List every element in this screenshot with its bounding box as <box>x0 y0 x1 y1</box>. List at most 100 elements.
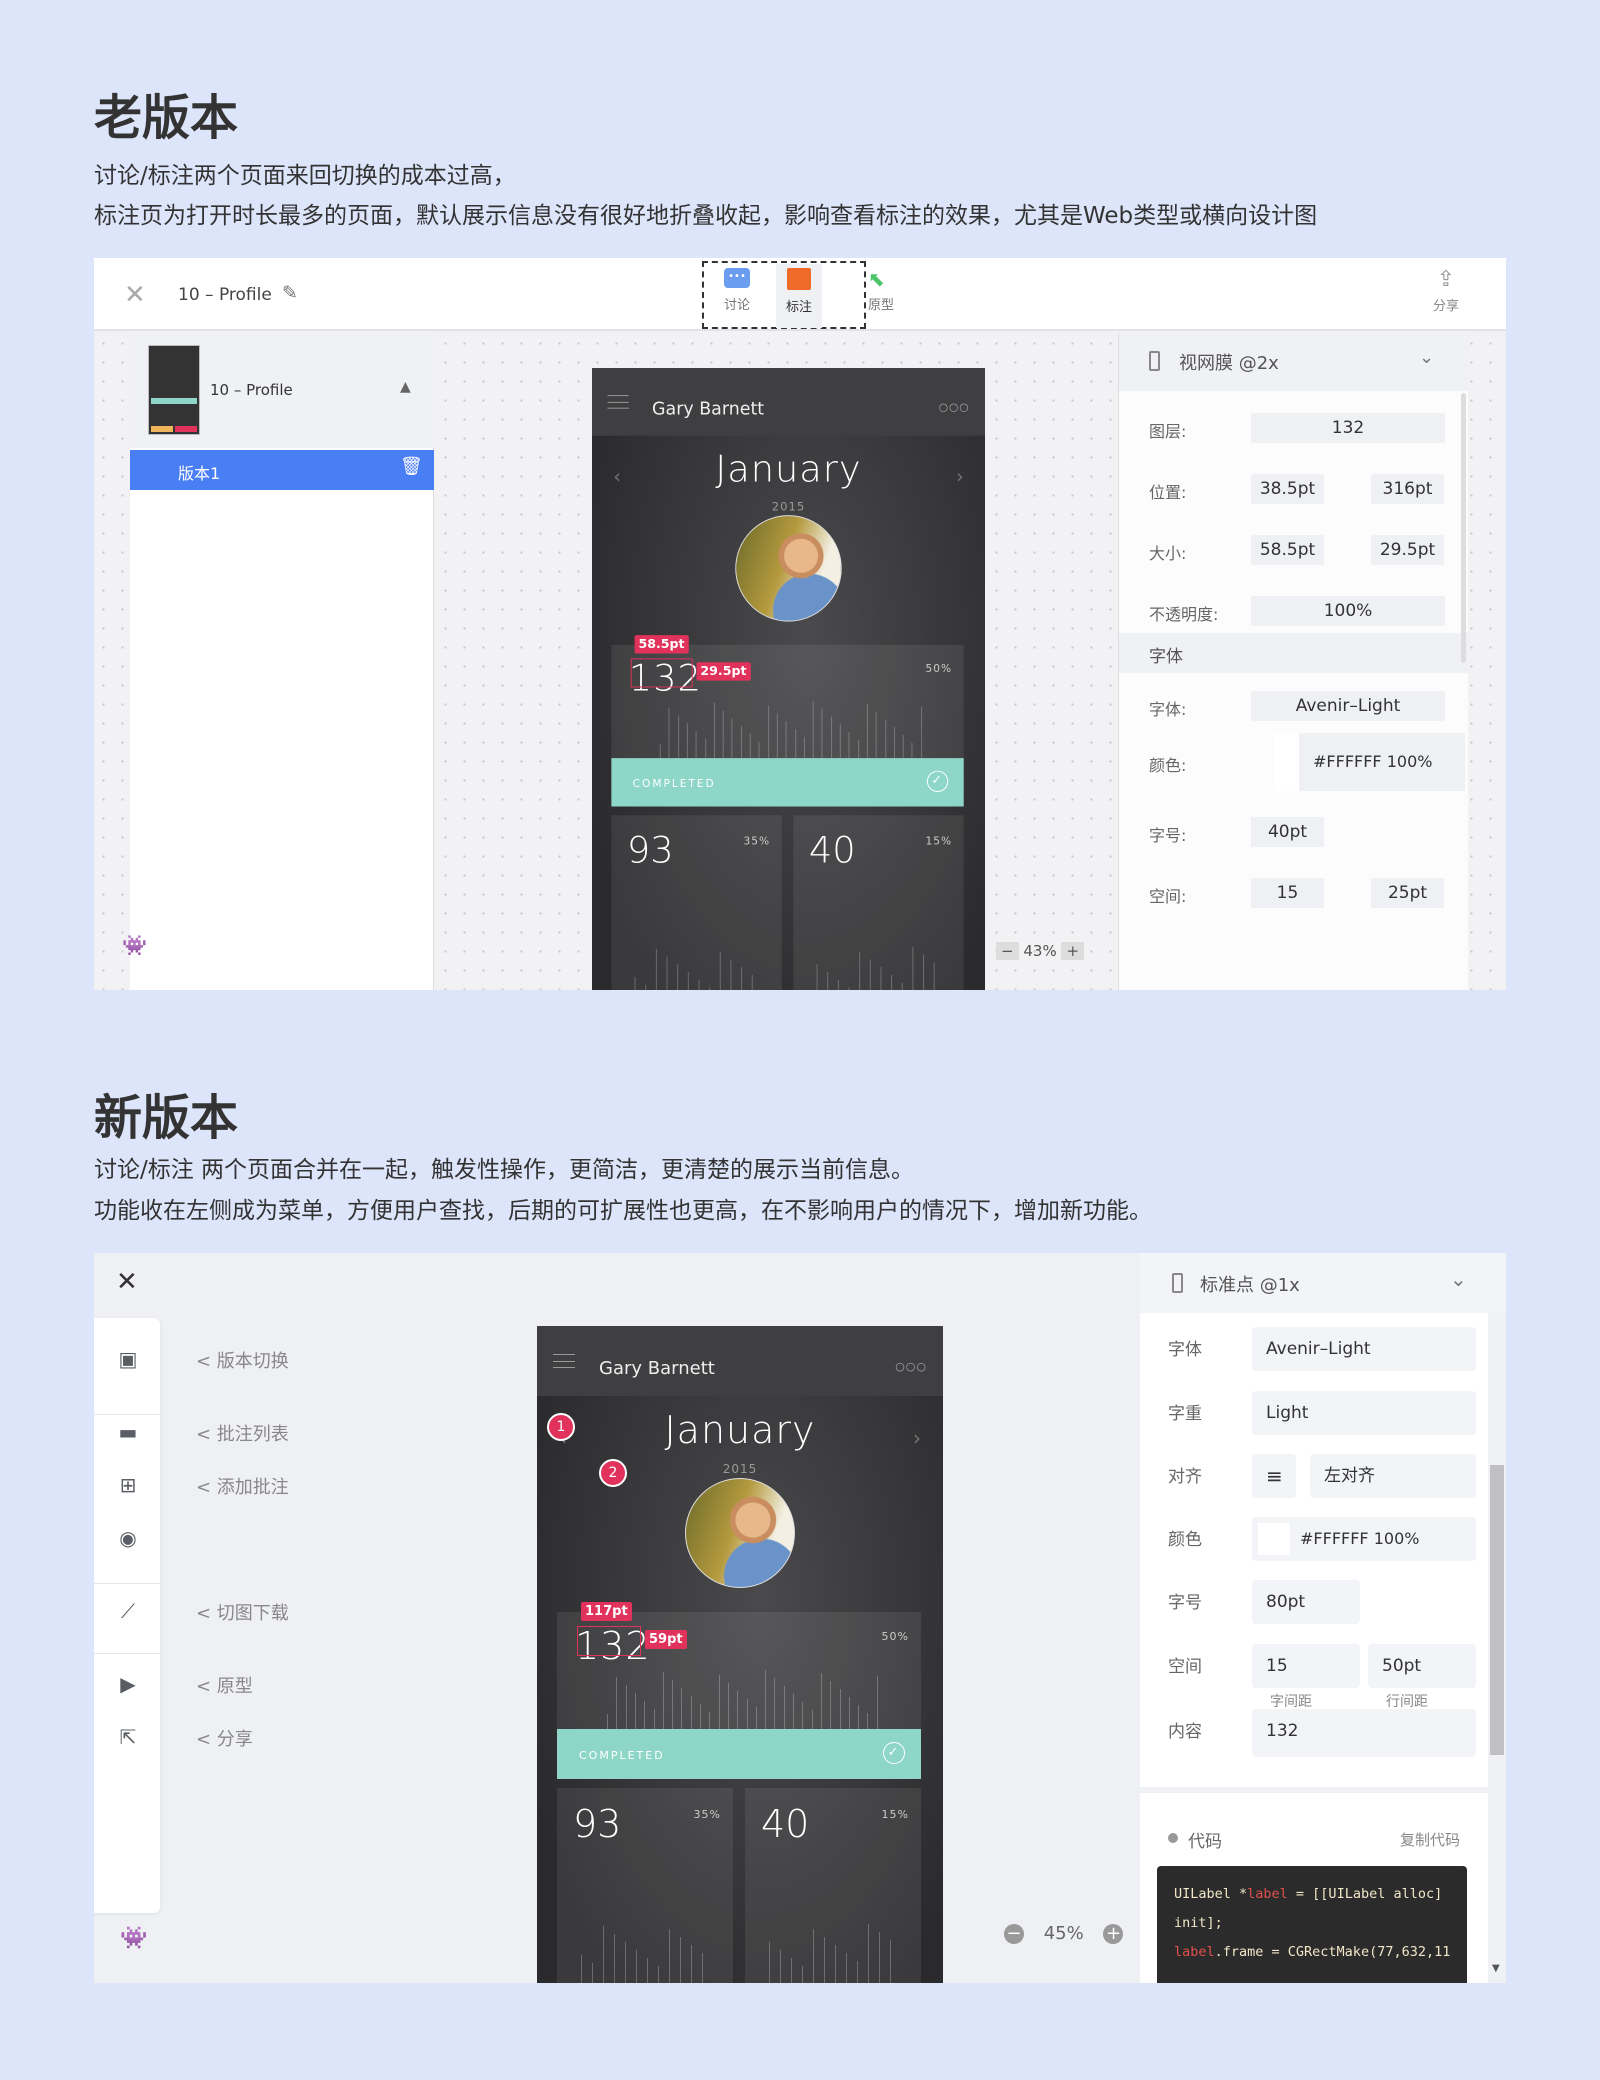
zoom-out-button[interactable]: − <box>996 942 1019 960</box>
tab-label: 原型 <box>868 298 895 313</box>
prop-value[interactable]: 58.5pt <box>1251 535 1324 565</box>
device-selector[interactable]: 标准点 @1x ⌄ <box>1140 1253 1506 1313</box>
scrollbar[interactable]: ▼ <box>1488 1313 1506 1983</box>
prop-label: 字号: <box>1149 826 1187 845</box>
version-image-icon[interactable]: ▣ <box>116 1347 140 1371</box>
spark-bar <box>835 1945 836 1983</box>
prop-label: 空间: <box>1149 887 1187 906</box>
month-title: January <box>664 1408 816 1452</box>
weight-value[interactable]: Light <box>1252 1391 1476 1435</box>
selection-box[interactable] <box>577 1626 641 1656</box>
knife-icon[interactable]: ⟋ <box>116 1599 140 1623</box>
prototype-icon[interactable]: ▶ <box>116 1672 140 1696</box>
tab-label: 标注 <box>785 300 812 315</box>
prop-label: 字体: <box>1149 700 1187 719</box>
spark-bar <box>655 948 657 990</box>
letter-spacing-value[interactable]: 15 <box>1252 1644 1360 1688</box>
close-icon[interactable]: ✕ <box>116 1267 138 1297</box>
spark-bar <box>658 1966 659 1983</box>
prop-value[interactable]: 100% <box>1251 596 1445 626</box>
prop-value[interactable]: 29.5pt <box>1371 535 1444 565</box>
spark-bar <box>875 711 877 759</box>
user-name: Gary Barnett <box>599 1358 715 1379</box>
bar-sparkline <box>557 1659 921 1729</box>
add-comment-icon[interactable]: ⊞ <box>116 1473 140 1497</box>
align-value[interactable]: 左对齐 <box>1310 1454 1476 1498</box>
version-item[interactable]: 版本1 🗑 <box>130 450 434 490</box>
inspector-panel: 标准点 @1x ⌄ 字体 Avenir–Light 字重 Light 对齐 ≡ … <box>1140 1253 1506 1983</box>
menu-hint-label: < 添加批注 <box>196 1477 289 1498</box>
phone-icon <box>1149 351 1160 371</box>
spark-bar <box>839 1689 841 1729</box>
spark-bar <box>713 702 715 759</box>
page-item[interactable]: 10 – Profile ▲ <box>130 333 434 448</box>
font-value[interactable]: Avenir–Light <box>1252 1327 1476 1371</box>
color-swatch[interactable] <box>1258 1523 1290 1555</box>
spark-bar <box>677 964 679 990</box>
spark-bar <box>803 736 805 759</box>
spark-bar <box>868 1924 869 1983</box>
spark-bar <box>634 976 636 990</box>
eye-icon[interactable]: ◉ <box>116 1526 140 1550</box>
comment-list-icon[interactable]: ▬ <box>116 1420 140 1444</box>
share-icon[interactable]: ⇱ <box>116 1725 140 1749</box>
device-selector[interactable]: 视网膜 @2x ⌄ <box>1119 333 1469 391</box>
bullet-icon <box>1168 1833 1178 1843</box>
height-measure-tag: 29.5pt <box>696 662 751 681</box>
content-value[interactable]: 132 <box>1252 1709 1476 1757</box>
spark-bar <box>722 710 724 759</box>
prop-value[interactable]: #FFFFFF 100% <box>1299 733 1465 791</box>
tab-prototype[interactable]: ⬉ 原型 <box>868 268 904 313</box>
scrollbar-thumb[interactable] <box>1490 1465 1504 1755</box>
stat-percent: 15% <box>925 834 953 848</box>
size-value[interactable]: 80pt <box>1252 1580 1360 1624</box>
prop-value[interactable]: 25pt <box>1371 878 1444 908</box>
prop-value[interactable]: 316pt <box>1371 474 1444 504</box>
trash-icon[interactable]: 🗑 <box>400 456 423 477</box>
zoom-in-button[interactable]: + <box>1103 1924 1124 1944</box>
chevron-down-icon: ⌄ <box>1450 1267 1467 1291</box>
prop-value[interactable]: 40pt <box>1251 817 1324 847</box>
spark-bar <box>666 956 668 990</box>
menu-hint-label: < 分享 <box>196 1729 253 1750</box>
stat-value: 93 <box>626 828 674 872</box>
spark-bar <box>884 719 886 759</box>
align-left-icon[interactable]: ≡ <box>1252 1454 1296 1498</box>
spark-bar <box>848 731 850 759</box>
spark-bar <box>830 716 832 759</box>
code-token: init]; <box>1174 1915 1223 1931</box>
prop-value[interactable]: Avenir–Light <box>1251 691 1445 721</box>
comment-pin[interactable]: 2 <box>599 1459 627 1487</box>
prop-label: 图层: <box>1149 422 1187 441</box>
color-swatch[interactable] <box>1275 733 1299 791</box>
collapse-icon[interactable]: ▲ <box>400 379 411 395</box>
bar-sparkline <box>611 936 781 990</box>
mascot-icon: 👾 <box>122 933 147 957</box>
tab-discuss[interactable]: ••• 讨论 <box>712 268 762 313</box>
share-button[interactable]: ⇪ 分享 <box>1426 268 1466 315</box>
design-artboard[interactable]: Gary Barnett ○○○ ‹ › January 2015 132 50… <box>592 368 986 990</box>
prop-value[interactable]: 15 <box>1251 878 1324 908</box>
close-icon[interactable]: ✕ <box>124 280 146 310</box>
zoom-in-button[interactable]: + <box>1061 942 1085 960</box>
copy-code-button[interactable]: 复制代码 <box>1400 1829 1460 1850</box>
inspector-panel: 视网膜 @2x ⌄ 图层: 132 位置: 38.5pt 316pt 大小: 58.5pt 2… <box>1118 333 1469 990</box>
hamburger-icon <box>553 1354 575 1368</box>
prop-value[interactable]: 38.5pt <box>1251 474 1324 504</box>
spark-bar <box>677 715 679 759</box>
line-spacing-value[interactable]: 50pt <box>1368 1644 1476 1688</box>
comment-pin[interactable]: 1 <box>547 1413 575 1441</box>
old-desc-1: 讨论/标注两个页面来回切换的成本过高， <box>94 163 516 189</box>
spark-bar <box>581 1955 582 1983</box>
zoom-out-button[interactable]: − <box>1004 1924 1024 1944</box>
tab-label: 讨论 <box>723 298 750 313</box>
prop-value[interactable]: 132 <box>1251 413 1445 443</box>
design-artboard[interactable]: Gary Barnett ○○○ ‹ › January 2015 132 50… <box>537 1326 943 1983</box>
spark-bar <box>662 1672 664 1729</box>
scrollbar[interactable] <box>1461 393 1466 663</box>
edit-icon[interactable]: ✎ <box>282 282 298 304</box>
tab-annotate[interactable]: 标注 <box>776 264 822 328</box>
selection-box[interactable] <box>630 658 693 688</box>
section-title: 字体 <box>1149 647 1183 667</box>
code-token: .frame = CGRectMake(77,632,11 <box>1214 1944 1451 1960</box>
